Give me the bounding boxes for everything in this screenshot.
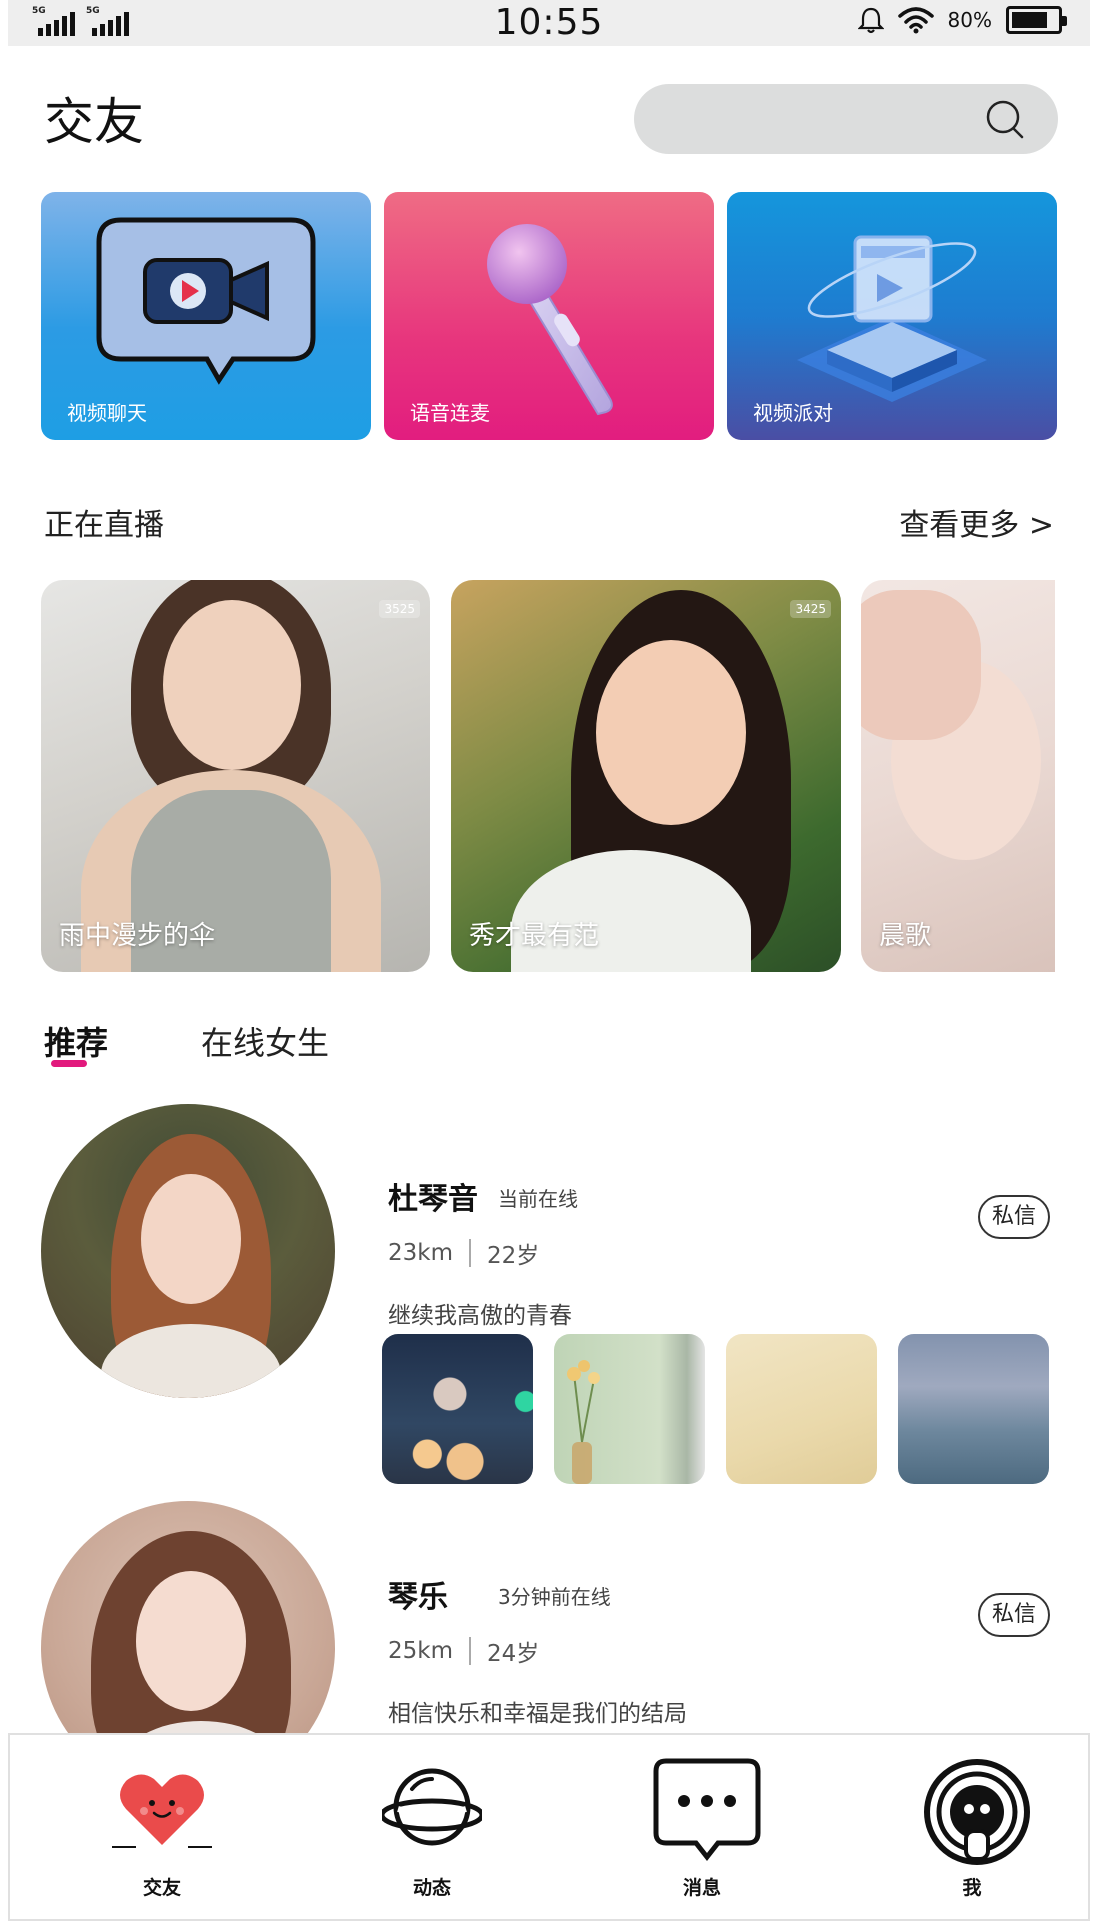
- tab-online-girls[interactable]: 在线女生: [201, 1018, 329, 1064]
- bottom-nav: 交友 动态 消息 我: [8, 1733, 1090, 1921]
- user-photo[interactable]: [382, 1334, 533, 1484]
- video-party-card[interactable]: 视频派对: [727, 192, 1057, 440]
- user-age: 24岁: [487, 1641, 540, 1667]
- feature-label: 视频派对: [753, 401, 833, 425]
- user-distance: 23km: [388, 1240, 453, 1266]
- flower-vase-icon: [567, 1360, 600, 1484]
- bell-icon: [857, 7, 884, 34]
- nav-label: 我: [962, 1877, 982, 1899]
- divider: [469, 1637, 471, 1665]
- user-distance: 25km: [388, 1638, 453, 1664]
- live-room-name: 晨歌: [879, 921, 932, 951]
- search-bar[interactable]: [634, 84, 1058, 154]
- planet-icon: [382, 1768, 482, 1846]
- tab-active-indicator: [51, 1060, 87, 1067]
- avatar[interactable]: [41, 1104, 335, 1398]
- nav-label: 动态: [412, 1877, 451, 1899]
- status-bar: 5G 5G 10:55 80%: [8, 0, 1090, 46]
- user-photo[interactable]: [726, 1334, 877, 1484]
- user-name: 杜琴音: [388, 1182, 478, 1217]
- live-room-card[interactable]: 3425 秀才最有范: [451, 580, 841, 972]
- message-button[interactable]: 私信: [978, 1593, 1050, 1637]
- chat-bubble-icon: [653, 1758, 761, 1862]
- user-age: 22岁: [487, 1243, 540, 1269]
- wifi-icon: [897, 7, 934, 34]
- user-bio: 继续我高傲的青春: [388, 1303, 572, 1329]
- live-room-name: 雨中漫步的伞: [59, 921, 216, 951]
- status-icons: 80%: [857, 6, 1067, 34]
- nav-item-messages[interactable]: 消息: [602, 1735, 802, 1923]
- viewer-count: 3525: [379, 600, 420, 618]
- user-meta: 23km 22岁: [388, 1236, 539, 1270]
- online-status: 当前在线: [498, 1187, 578, 1211]
- see-more-link[interactable]: 查看更多 >: [899, 500, 1054, 544]
- page-title: 交友: [44, 93, 144, 151]
- live-section-title: 正在直播: [44, 508, 164, 543]
- user-bio: 相信快乐和幸福是我们的结局: [388, 1701, 687, 1727]
- nav-item-friends[interactable]: 交友: [62, 1735, 262, 1923]
- search-icon[interactable]: [984, 98, 1028, 142]
- nav-item-moments[interactable]: 动态: [332, 1735, 532, 1923]
- user-name: 琴乐: [388, 1580, 448, 1615]
- online-status: 3分钟前在线: [498, 1585, 611, 1609]
- tab-recommend[interactable]: 推荐: [44, 1018, 108, 1064]
- feature-label: 视频聊天: [67, 401, 147, 425]
- live-room-card[interactable]: 3525 雨中漫步的伞: [41, 580, 430, 972]
- divider: [469, 1239, 471, 1267]
- voice-chat-card[interactable]: 语音连麦: [384, 192, 714, 440]
- nav-label: 交友: [142, 1877, 181, 1899]
- live-room-card[interactable]: 晨歌: [861, 580, 1055, 972]
- video-chat-card[interactable]: 视频聊天: [41, 192, 371, 440]
- nav-item-me[interactable]: 我: [872, 1735, 1072, 1923]
- user-photo[interactable]: [898, 1334, 1049, 1484]
- viewer-count: 3425: [790, 600, 831, 618]
- nav-label: 消息: [682, 1877, 721, 1899]
- user-meta: 25km 24岁: [388, 1634, 539, 1668]
- battery-percent: 80%: [947, 8, 992, 32]
- live-room-name: 秀才最有范: [469, 921, 600, 951]
- message-button[interactable]: 私信: [978, 1195, 1050, 1239]
- battery-icon: [1006, 6, 1067, 34]
- user-photo[interactable]: [554, 1334, 705, 1484]
- heart-face-icon: [112, 1774, 212, 1848]
- feature-label: 语音连麦: [410, 401, 490, 425]
- profile-icon: [924, 1759, 1030, 1865]
